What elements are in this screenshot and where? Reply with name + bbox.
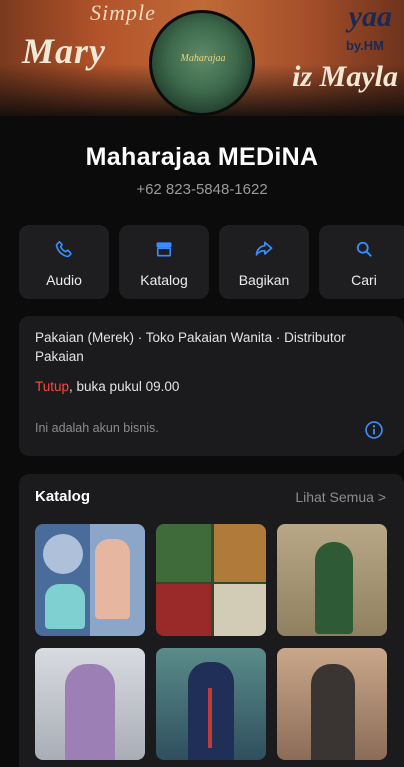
catalog-item-thumbnail[interactable] [156,648,266,760]
catalog-section: Katalog Lihat Semua > [19,474,404,767]
action-bar: Audio Katalog Bagikan Cari [19,225,404,299]
closed-status: Tutup [35,379,70,394]
business-info-card: Pakaian (Merek) · Toko Pakaian Wanita · … [19,316,404,456]
business-account-note: Ini adalah akun bisnis. [35,421,159,435]
info-icon[interactable] [364,420,384,440]
business-categories: Pakaian (Merek) · Toko Pakaian Wanita · … [35,330,346,364]
catalog-title: Katalog [35,488,91,505]
avatar[interactable]: Maharajaa [149,10,255,116]
cover-text: iz Mayla [292,60,398,93]
phone-number: +62 823-5848-1622 [136,181,268,198]
catalog-item-thumbnail[interactable] [277,524,387,636]
phone-icon [19,239,109,259]
share-button[interactable]: Bagikan [219,225,309,299]
audio-button[interactable]: Audio [19,225,109,299]
avatar-logo-text: Maharajaa [180,53,226,64]
cover-text: yaa [348,0,392,33]
storefront-icon [119,239,209,259]
audio-label: Audio [46,272,82,288]
search-button[interactable]: Cari [319,225,404,299]
share-icon [219,239,309,259]
search-icon [319,239,404,259]
catalog-item-thumbnail[interactable] [156,524,266,636]
chevron-right-icon: > [377,489,386,505]
catalog-item-thumbnail[interactable] [35,524,145,636]
business-hours[interactable]: Tutup, buka pukul 09.00 [35,379,179,394]
cover-text: by.HM [345,38,384,53]
catalog-item-thumbnail[interactable] [35,648,145,760]
share-label: Bagikan [238,272,290,288]
catalog-label: Katalog [140,272,188,288]
business-name: Maharajaa MEDiNA [85,143,319,171]
cover-text: Simple [90,0,156,25]
cover-text: Mary [22,31,106,71]
search-label: Cari [351,272,377,288]
opening-time: , buka pukul 09.00 [69,379,180,394]
see-all-label: Lihat Semua [295,489,374,505]
see-all-link[interactable]: Lihat Semua > [295,489,386,505]
catalog-button[interactable]: Katalog [119,225,209,299]
catalog-item-thumbnail[interactable] [277,648,387,760]
